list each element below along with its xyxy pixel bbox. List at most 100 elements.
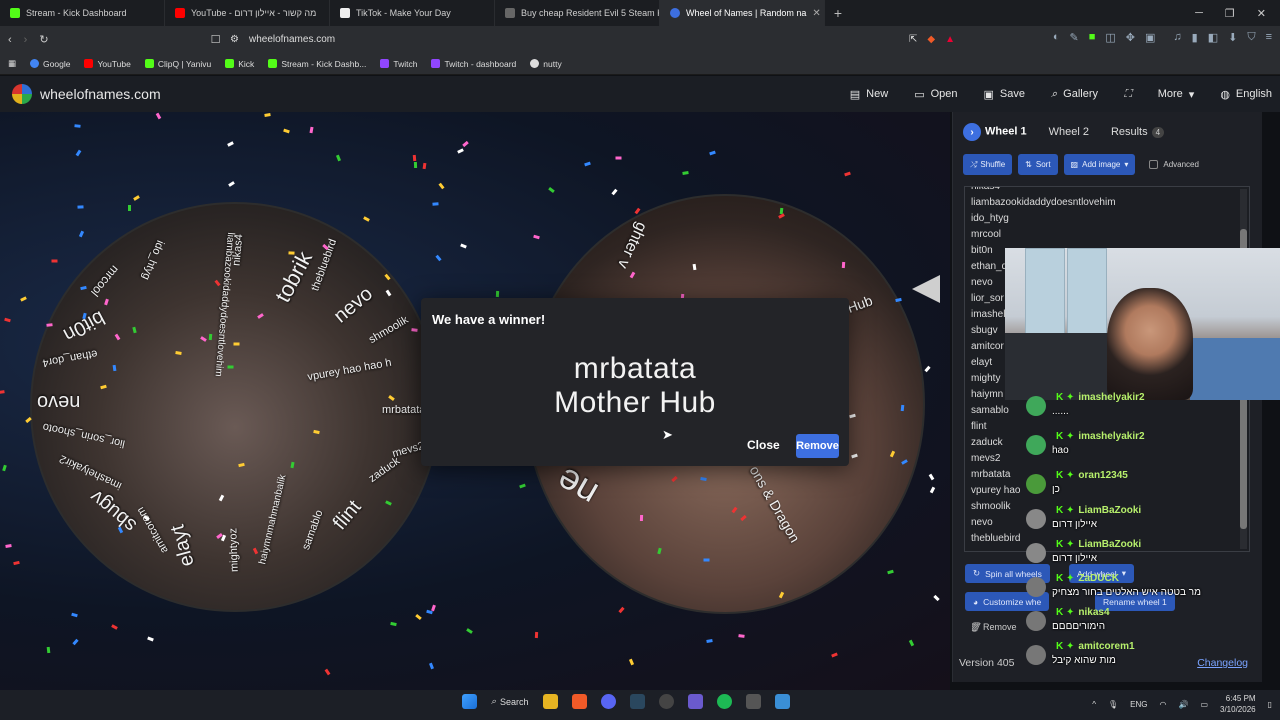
fullscreen-button[interactable]: ⛶	[1124, 88, 1132, 101]
chat-username: LiamBaZooki	[1078, 539, 1142, 550]
confetti-piece	[78, 230, 85, 238]
entry-line: nikas4	[971, 186, 1000, 192]
obs-icon[interactable]	[658, 694, 674, 709]
spotify-icon[interactable]	[716, 694, 732, 709]
palette-icon: ◕	[973, 596, 979, 607]
language-indicator[interactable]: ENG	[1130, 700, 1147, 709]
search-button[interactable]: ⌕ Search	[491, 696, 529, 707]
add-image-button[interactable]: ▨ Add image ▾	[1063, 154, 1136, 175]
browser-tab[interactable]: YouTube - מה קשור - איילון דרום	[165, 0, 330, 26]
bookmark-item[interactable]: Stream - Kick Dashb...	[268, 59, 366, 69]
forward-icon[interactable]: ›	[24, 34, 28, 46]
volume-icon[interactable]: 🔊	[1178, 700, 1188, 709]
language-button[interactable]: ◍ English	[1220, 88, 1272, 101]
downloads-icon[interactable]: ⬇	[1228, 31, 1237, 44]
kick-icon	[10, 8, 20, 18]
bookmark-item[interactable]: Twitch	[380, 59, 417, 69]
confetti-piece	[363, 216, 370, 222]
chevron-up-icon[interactable]: ^	[1092, 700, 1096, 709]
gallery-button[interactable]: ⌕ Gallery	[1051, 88, 1098, 101]
sidebar-icon[interactable]: ▮	[1192, 31, 1198, 44]
bookmark-item[interactable]: ClipQ | Yanivu	[144, 59, 211, 69]
extension-icon[interactable]: ▣	[1145, 31, 1155, 44]
brave-icon[interactable]	[571, 694, 587, 709]
bookmark-icon[interactable]: ☐	[211, 33, 221, 46]
tab-results[interactable]: Results 4	[1111, 126, 1165, 138]
media-icon[interactable]: ♫	[1173, 31, 1181, 44]
close-window-icon[interactable]: ✕	[1257, 7, 1266, 20]
close-tab-icon[interactable]: ✕	[812, 8, 820, 19]
bookmark-item[interactable]: nutty	[530, 59, 562, 69]
wheel-1[interactable]: tobrik nevo thebluebird nikas4 liambazoo…	[30, 202, 440, 612]
app-icon[interactable]	[745, 694, 761, 709]
tab-wheel-1[interactable]: › Wheel 1	[963, 123, 1027, 141]
windows-start-icon[interactable]	[462, 694, 477, 709]
remove-wheel-button[interactable]: 🗑 Remove	[969, 622, 1016, 633]
checkbox-box[interactable]	[1149, 160, 1159, 169]
chevron-right-icon[interactable]: ›	[963, 123, 981, 141]
share-icon[interactable]: ⇱	[909, 34, 917, 45]
refresh-icon: ↻	[973, 568, 981, 578]
browser-tab-active[interactable]: Wheel of Names | Random na ✕	[660, 0, 825, 26]
back-icon[interactable]: ‹	[8, 34, 12, 46]
confetti-piece	[703, 558, 710, 562]
app-icon[interactable]	[774, 694, 790, 709]
browser-tab[interactable]: Buy cheap Resident Evil 5 Steam Key	[495, 0, 660, 26]
tab-wheel-2[interactable]: Wheel 2	[1049, 126, 1089, 138]
site-info-icon[interactable]: ⚙	[230, 34, 239, 45]
browser-tab[interactable]: Stream - Kick Dashboard	[0, 0, 165, 26]
vpn-icon[interactable]: ⛉	[1247, 31, 1255, 44]
bookmark-item[interactable]: Twitch - dashboard	[431, 59, 516, 69]
microphone-icon[interactable]: 🎙	[1108, 700, 1118, 709]
battery-icon[interactable]: ▭	[1200, 700, 1208, 709]
confetti-piece	[429, 662, 434, 670]
sort-button[interactable]: ⇅ Sort	[1018, 154, 1058, 175]
close-button[interactable]: Close	[747, 438, 780, 452]
remove-button[interactable]: Remove	[796, 434, 839, 458]
extension-icon[interactable]: ◫	[1105, 31, 1115, 44]
confetti-piece	[933, 594, 940, 602]
brave-rewards-icon[interactable]: ▲	[945, 34, 955, 45]
advanced-checkbox[interactable]: Advanced	[1149, 160, 1199, 169]
bookmark-item[interactable]: Kick	[225, 59, 254, 69]
confetti-piece	[46, 323, 53, 327]
extension-icon[interactable]: ✎	[1069, 31, 1078, 44]
more-button[interactable]: More ▾	[1158, 88, 1195, 101]
open-button[interactable]: ▭ Open	[914, 88, 957, 101]
wallet-icon[interactable]: ◧	[1208, 31, 1218, 44]
shuffle-button[interactable]: ⤮ Shuffle	[963, 154, 1013, 175]
file-explorer-icon[interactable]	[542, 694, 558, 709]
bookmark-item[interactable]: Google	[30, 59, 70, 69]
kick-badge-icon: K ✦	[1056, 505, 1075, 516]
notifications-icon[interactable]: ▯	[1268, 700, 1272, 709]
minimize-icon[interactable]: ─	[1195, 7, 1203, 20]
steam-icon[interactable]	[629, 694, 645, 709]
bookmark-label: Twitch - dashboard	[444, 58, 517, 69]
confetti-piece	[75, 149, 82, 157]
confetti-piece	[4, 317, 11, 323]
kick-badge-icon: K ✦	[1056, 431, 1075, 442]
new-tab-button[interactable]: +	[825, 5, 851, 21]
wheel-logo-icon[interactable]	[12, 84, 32, 104]
discord-icon[interactable]	[600, 694, 616, 709]
site-brand[interactable]: wheelofnames.com	[40, 86, 161, 102]
browser-tab[interactable]: TikTok - Make Your Day	[330, 0, 495, 26]
button-label: Sort	[1035, 160, 1051, 169]
restore-icon[interactable]: ❐	[1225, 7, 1235, 20]
url-field[interactable]: ⚙ wheelofnames.com ⇱ ◆ ▲	[230, 29, 955, 50]
avatar	[1026, 474, 1046, 494]
save-button[interactable]: ▣ Save	[984, 88, 1025, 101]
new-button[interactable]: ▤ New	[850, 88, 888, 101]
brave-shield-icon[interactable]: ◆	[927, 34, 935, 45]
bookmark-item[interactable]: YouTube	[84, 59, 131, 69]
clock[interactable]: 6:45 PM 3/10/2026	[1220, 693, 1256, 715]
extension-icon[interactable]: ◐	[1053, 31, 1060, 44]
apps-grid-icon[interactable]: ▦	[8, 58, 16, 69]
reload-icon[interactable]: ↻	[39, 33, 48, 46]
wheel-label: zaduck	[366, 455, 403, 485]
puzzle-icon[interactable]: ✥	[1126, 31, 1135, 44]
wifi-icon[interactable]: ◠	[1159, 700, 1166, 709]
menu-icon[interactable]: ≡	[1266, 31, 1272, 44]
extension-icon[interactable]: ■	[1089, 31, 1096, 44]
app-icon[interactable]	[687, 694, 703, 709]
